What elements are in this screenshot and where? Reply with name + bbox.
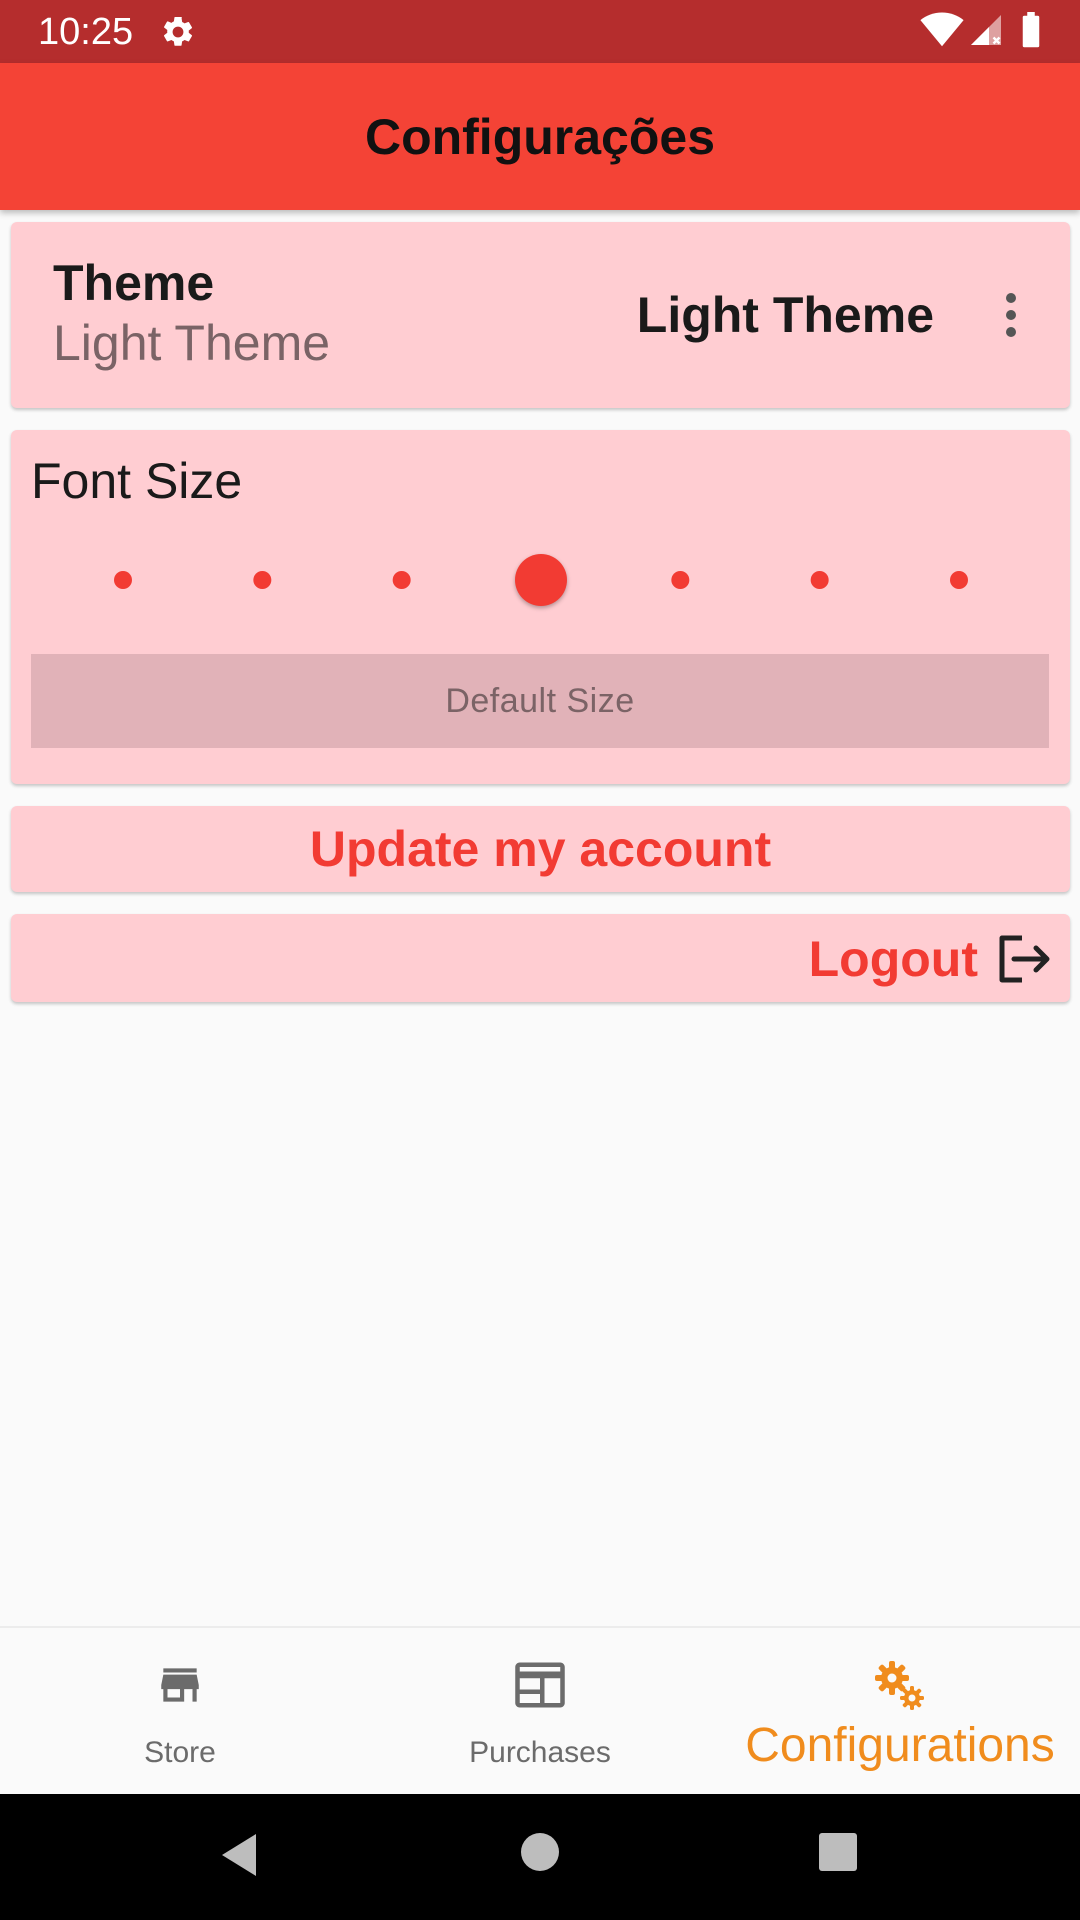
slider-tick: [950, 571, 968, 589]
slider-tick: [253, 571, 272, 589]
bottom-navigation: Store Purchases Configurations: [0, 1626, 1080, 1794]
slider-thumb[interactable]: [515, 554, 567, 606]
theme-card: Theme Light Theme Light Theme: [11, 222, 1070, 408]
settings-notification-icon: [163, 16, 193, 46]
slider-tick: [810, 571, 829, 589]
logout-icon: [999, 935, 1050, 983]
theme-dropdown[interactable]: Light Theme: [637, 286, 934, 344]
store-icon: [161, 1668, 199, 1702]
system-navigation-bar: [0, 1794, 1080, 1920]
slider-tick: [392, 571, 411, 589]
status-bar: 10:25: [0, 0, 1080, 63]
default-size-button[interactable]: Default Size: [31, 654, 1049, 748]
page-title: Configurações: [364, 108, 716, 165]
purchases-icon: [515, 1662, 565, 1708]
font-size-card: Font Size Default Size: [11, 430, 1070, 784]
app-bar: Configurações: [0, 63, 1080, 210]
home-icon[interactable]: [520, 1832, 560, 1872]
nav-item-configurations[interactable]: Configurations: [735, 1628, 1065, 1796]
slider-tick: [114, 571, 132, 589]
theme-label: Theme: [53, 255, 215, 311]
nav-label-purchases: Purchases: [469, 1736, 611, 1769]
more-vert-icon[interactable]: [1004, 292, 1018, 338]
theme-current-value: Light Theme: [53, 315, 331, 371]
back-icon[interactable]: [216, 1830, 260, 1880]
nav-item-store[interactable]: Store: [30, 1628, 330, 1796]
wifi-icon: [920, 12, 964, 47]
status-time: 10:25: [38, 11, 134, 53]
battery-icon: [1022, 12, 1040, 48]
logout-label: Logout: [808, 931, 978, 987]
nav-label-configurations: Configurations: [745, 1719, 1055, 1772]
update-account-label: Update my account: [309, 821, 772, 877]
settings-gears-icon: [875, 1661, 924, 1710]
font-size-slider[interactable]: [71, 540, 1011, 620]
update-account-button[interactable]: Update my account: [11, 806, 1070, 892]
recent-apps-icon[interactable]: [818, 1832, 858, 1872]
slider-tick: [671, 571, 690, 589]
nav-item-purchases[interactable]: Purchases: [390, 1628, 690, 1796]
nav-label-store: Store: [144, 1736, 216, 1769]
cell-signal-icon: [971, 15, 1001, 45]
logout-button[interactable]: Logout: [11, 914, 1070, 1002]
font-size-label: Font Size: [31, 453, 243, 509]
